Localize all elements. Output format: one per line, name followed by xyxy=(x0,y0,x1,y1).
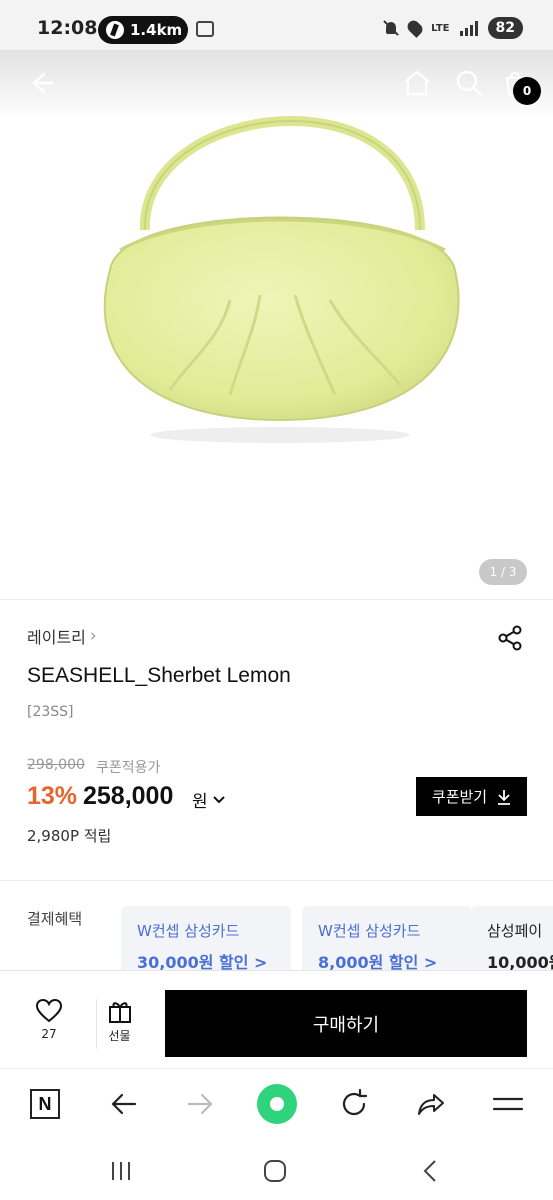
mute-icon xyxy=(383,20,399,36)
brand-name: 레이트리 xyxy=(27,628,86,647)
naver-home-button[interactable]: N xyxy=(28,1087,62,1121)
coupon-button-label: 쿠폰받기 xyxy=(431,788,488,806)
discount-rate: 13% xyxy=(27,782,78,810)
download-icon xyxy=(498,789,511,805)
gift-label: 선물 xyxy=(108,1029,131,1043)
running-icon xyxy=(106,21,124,39)
currency-label: 원 xyxy=(192,792,208,812)
product-image xyxy=(103,116,460,443)
menu-icon[interactable] xyxy=(491,1087,525,1121)
get-coupon-button[interactable]: 쿠폰받기 xyxy=(416,777,527,816)
cart-count-badge[interactable]: 0 xyxy=(513,77,541,105)
brand-link[interactable]: 레이트리 › xyxy=(27,624,97,648)
green-dot-icon xyxy=(257,1084,297,1124)
system-back-icon[interactable] xyxy=(416,1156,446,1186)
gift-button[interactable]: 선물 xyxy=(96,999,142,1049)
benefit-card[interactable]: W컨셉 삼성카드 8,000원 할인 > xyxy=(302,906,472,976)
screen-capture-icon xyxy=(196,21,214,37)
refresh-icon[interactable] xyxy=(337,1087,371,1121)
system-navigation-bar xyxy=(0,1140,553,1200)
product-title: SEASHELL_Sherbet Lemon xyxy=(27,664,291,687)
divider xyxy=(0,880,553,881)
benefit-title: 삼성페이 xyxy=(487,922,543,940)
divider xyxy=(0,599,553,600)
share-forward-icon[interactable] xyxy=(414,1087,448,1121)
activity-distance: 1.4km xyxy=(130,21,183,39)
chevron-down-icon xyxy=(212,795,225,803)
search-icon[interactable] xyxy=(452,66,486,100)
benefit-title: W컨셉 삼성카드 xyxy=(318,922,421,940)
chevron-right-icon: › xyxy=(89,626,97,646)
browser-toolbar: N xyxy=(0,1068,553,1140)
browser-back-icon[interactable] xyxy=(106,1087,140,1121)
image-counter: 1 / 3 xyxy=(479,559,527,585)
status-time: 12:08 xyxy=(37,17,98,39)
browser-forward-icon[interactable] xyxy=(184,1087,218,1121)
original-price: 298,000 xyxy=(27,757,85,773)
signal-icon xyxy=(459,20,478,36)
heart-icon xyxy=(36,999,62,1023)
reward-points: 2,980P 적립 xyxy=(27,827,112,845)
sale-price: 258,000 xyxy=(83,782,174,810)
product-image-gallery[interactable] xyxy=(0,50,553,598)
status-bar: 12:08 1.4km LTE 82 xyxy=(0,0,553,50)
product-season: [23SS] xyxy=(27,704,74,720)
battery-level: 82 xyxy=(487,17,523,39)
gift-icon xyxy=(108,1002,131,1023)
like-count: 27 xyxy=(41,1027,57,1041)
price-detail-toggle[interactable]: 원 xyxy=(192,787,226,812)
share-icon[interactable] xyxy=(496,624,524,652)
home-button-icon[interactable] xyxy=(260,1156,290,1186)
status-icons: LTE 82 xyxy=(383,17,523,39)
home-icon[interactable] xyxy=(400,66,434,100)
price-label: 쿠폰적용가 xyxy=(96,760,161,776)
benefit-card[interactable]: W컨셉 삼성카드 30,000원 할인 > xyxy=(121,906,291,976)
naver-logo-icon: N xyxy=(30,1089,60,1119)
activity-pill: 1.4km xyxy=(98,16,188,44)
benefit-title: W컨셉 삼성카드 xyxy=(137,922,240,940)
purchase-bar: 27 선물 구매하기 xyxy=(0,970,553,1068)
back-arrow-icon[interactable] xyxy=(24,66,58,100)
benefit-card[interactable]: 삼성페이 10,000원 xyxy=(471,906,553,976)
green-dot-button[interactable] xyxy=(256,1083,298,1125)
like-button[interactable]: 27 xyxy=(27,999,71,1049)
payment-benefits-label: 결제혜택 xyxy=(27,910,83,928)
buy-button[interactable]: 구매하기 xyxy=(165,990,527,1057)
location-icon xyxy=(405,18,426,38)
network-label: LTE xyxy=(431,22,450,34)
recent-apps-icon[interactable] xyxy=(106,1156,136,1186)
